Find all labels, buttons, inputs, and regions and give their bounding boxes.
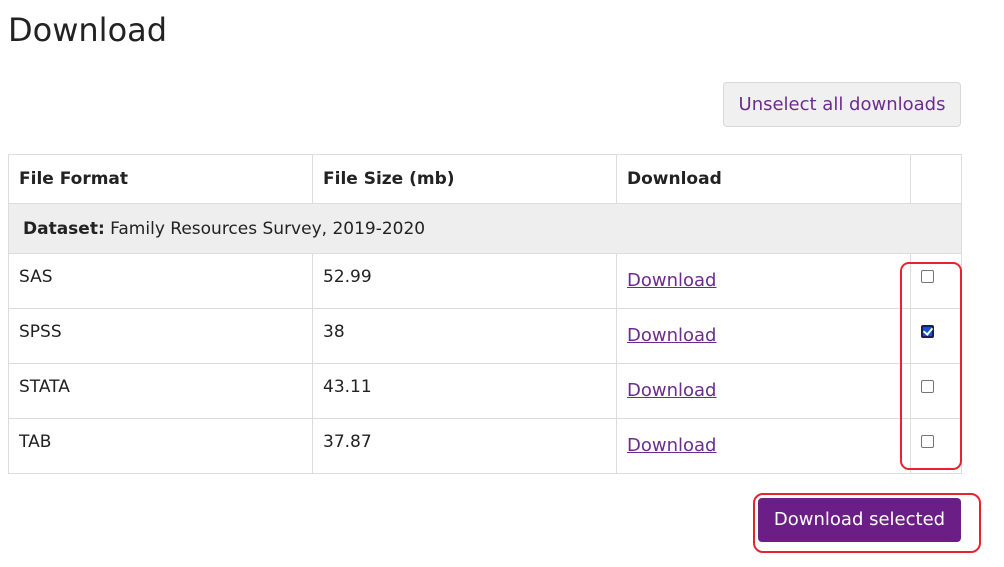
select-checkbox-sas[interactable]: [921, 270, 934, 283]
file-size-cell: 52.99: [312, 253, 617, 309]
select-checkbox-spss[interactable]: [921, 325, 934, 338]
download-page: Download Unselect all downloads File For…: [0, 0, 1004, 567]
download-cell: Download: [616, 363, 911, 419]
file-format-cell: TAB: [8, 418, 313, 474]
file-format-cell: STATA: [8, 363, 313, 419]
select-cell: [910, 363, 962, 419]
file-size-cell: 38: [312, 308, 617, 364]
dataset-name: Family Resources Survey, 2019-2020: [110, 218, 426, 239]
dataset-label: Dataset:: [23, 218, 105, 239]
dataset-cell: Dataset: Family Resources Survey, 2019-2…: [8, 203, 962, 254]
page-title: Download: [8, 11, 168, 49]
table-header-row: File Format File Size (mb) Download: [8, 154, 962, 204]
download-table: File Format File Size (mb) Download Data…: [8, 154, 962, 474]
file-format-cell: SPSS: [8, 308, 313, 364]
download-cell: Download: [616, 308, 911, 364]
table-row: SPSS 38 Download: [8, 308, 962, 364]
select-checkbox-tab[interactable]: [921, 435, 934, 448]
file-size-cell: 37.87: [312, 418, 617, 474]
select-cell: [910, 308, 962, 364]
header-file-size: File Size (mb): [312, 154, 617, 204]
table-row: STATA 43.11 Download: [8, 363, 962, 419]
table-row: SAS 52.99 Download: [8, 253, 962, 309]
dataset-row: Dataset: Family Resources Survey, 2019-2…: [8, 203, 962, 254]
select-cell: [910, 253, 962, 309]
select-cell: [910, 418, 962, 474]
download-link-spss[interactable]: Download: [627, 325, 716, 346]
unselect-all-downloads-button[interactable]: Unselect all downloads: [723, 82, 961, 127]
table-row: TAB 37.87 Download: [8, 418, 962, 474]
download-cell: Download: [616, 418, 911, 474]
download-link-sas[interactable]: Download: [627, 270, 716, 291]
download-link-stata[interactable]: Download: [627, 380, 716, 401]
download-cell: Download: [616, 253, 911, 309]
header-file-format: File Format: [8, 154, 313, 204]
select-checkbox-stata[interactable]: [921, 380, 934, 393]
file-format-cell: SAS: [8, 253, 313, 309]
header-select: [910, 154, 962, 204]
file-size-cell: 43.11: [312, 363, 617, 419]
download-selected-button[interactable]: Download selected: [758, 498, 961, 542]
header-download: Download: [616, 154, 911, 204]
download-link-tab[interactable]: Download: [627, 435, 716, 456]
